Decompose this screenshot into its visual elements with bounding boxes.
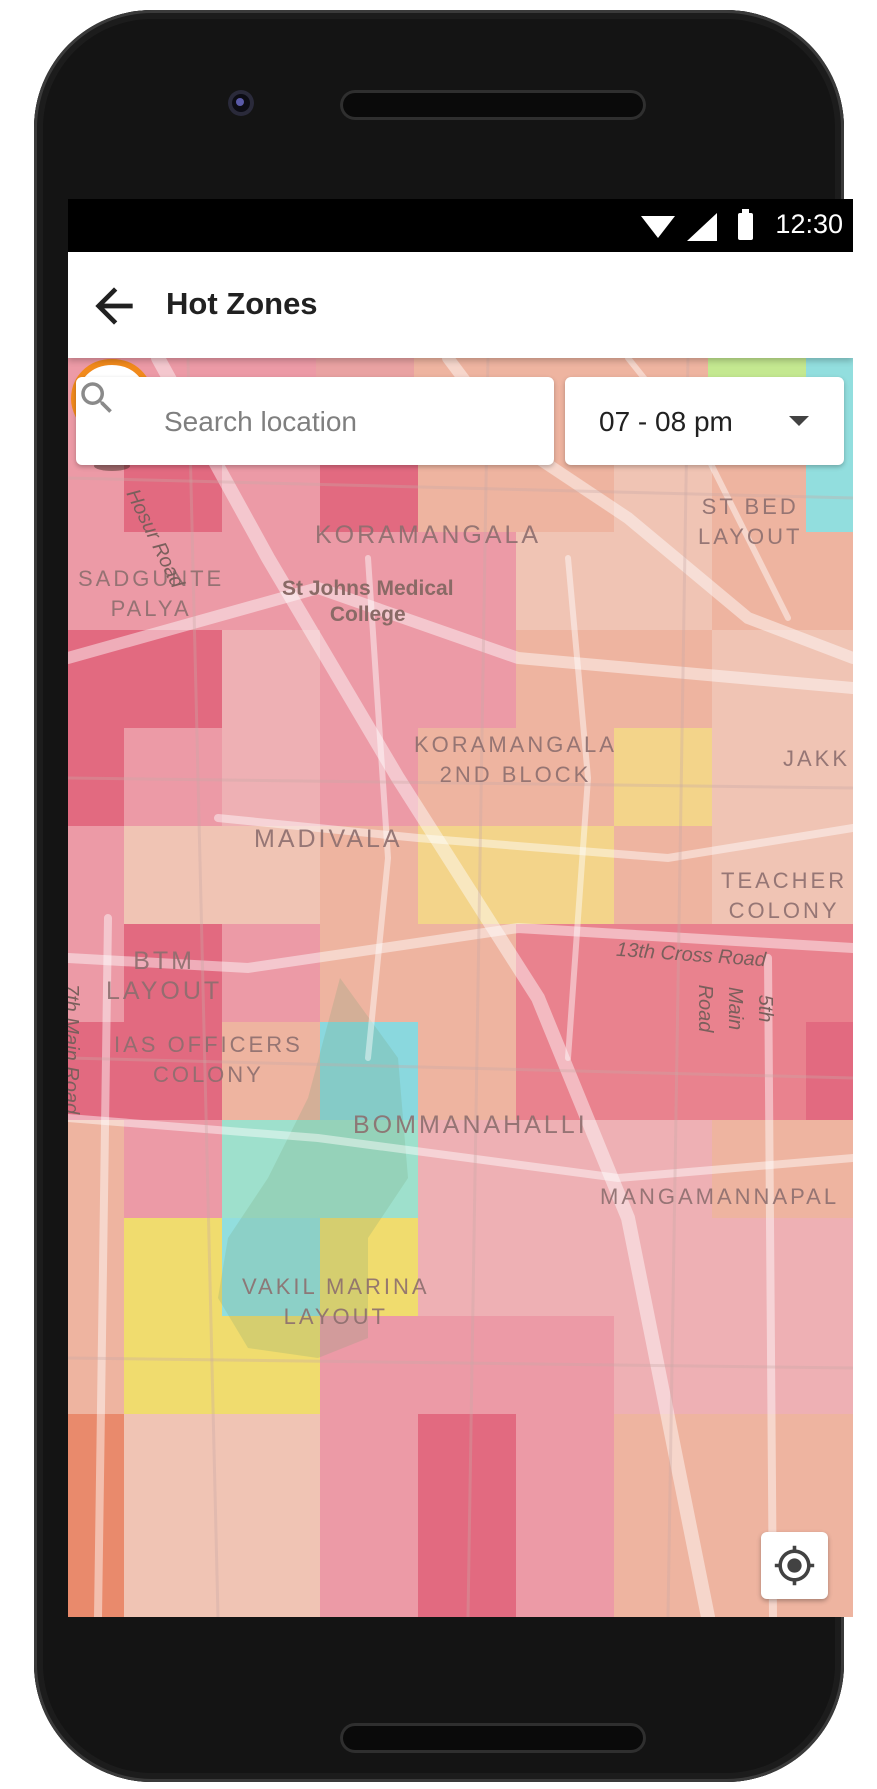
device-screen: 12:30 Hot Zones KORAMANGALA ST BED LAYOU…	[68, 199, 853, 1617]
back-button[interactable]	[86, 278, 142, 334]
search-location-input[interactable]: Search location	[76, 377, 554, 465]
map-label-madivala: MADIVALA	[254, 825, 403, 853]
map-label-koramangala-2nd-block: KORAMANGALA 2ND BLOCK	[414, 732, 617, 787]
map-label-5th-main-road: 5th Main Road	[694, 984, 776, 1033]
map-label-mangamannapal: MANGAMANNAPAL	[600, 1184, 840, 1209]
my-location-button[interactable]	[761, 1532, 828, 1599]
search-placeholder: Search location	[164, 406, 358, 437]
front-camera	[228, 90, 254, 116]
status-bar: 12:30	[68, 199, 853, 252]
search-icon	[81, 382, 112, 413]
selected-time-slot: 07 - 08 pm	[599, 406, 733, 437]
caret-down-icon	[789, 416, 809, 426]
map-label-koramangala: KORAMANGALA	[315, 521, 542, 549]
battery-icon	[738, 209, 753, 240]
my-location-icon	[774, 1545, 815, 1586]
top-speaker	[340, 90, 646, 120]
status-time: 12:30	[775, 209, 843, 239]
map-label-ias-officers-colony: IAS OFFICERS COLONY	[114, 1032, 303, 1087]
map-label-bommanahalli: BOMMANAHALLI	[353, 1111, 588, 1139]
time-slot-dropdown[interactable]: 07 - 08 pm	[565, 377, 844, 465]
map-label-vakil-marina-layout: VAKIL MARINA LAYOUT	[242, 1274, 430, 1329]
app-bar: Hot Zones	[68, 252, 853, 358]
wifi-icon	[641, 216, 675, 238]
map-label-jakk: JAKK	[783, 746, 851, 771]
cell-signal-icon	[687, 213, 717, 241]
map-label-btm-layout: BTM LAYOUT	[106, 947, 223, 1005]
map-label-7th-main-road: 7th Main Road	[68, 984, 82, 1115]
map-label-sadgunte-palya: SADGUNTE PALYA	[78, 566, 225, 621]
map-label-teacher-colony: TEACHER COLONY	[721, 868, 848, 923]
hot-zones-map[interactable]: KORAMANGALA ST BED LAYOUT SADGUNTE PALYA…	[68, 358, 853, 1617]
map-label-st-bed-layout: ST BED LAYOUT	[698, 494, 803, 549]
bottom-speaker	[340, 1723, 646, 1753]
page-title: Hot Zones	[166, 286, 318, 321]
map-label-st-johns: St Johns Medical College	[282, 577, 454, 626]
arrow-left-icon	[95, 287, 133, 325]
